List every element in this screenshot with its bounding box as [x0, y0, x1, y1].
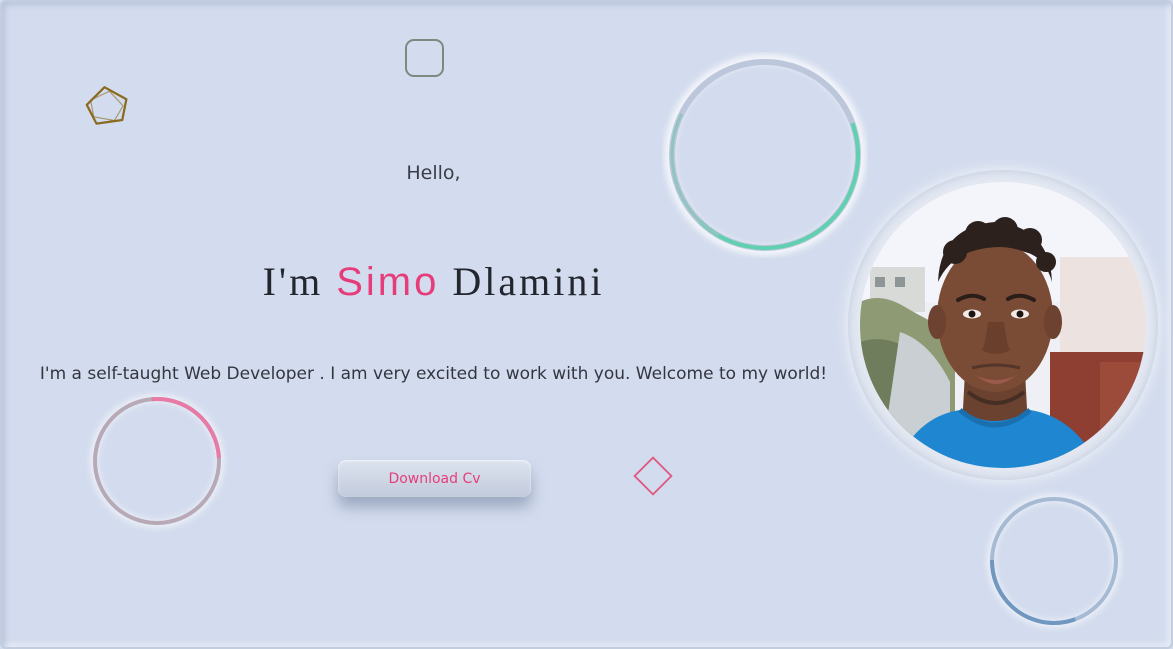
name-last: Dlamini — [439, 259, 605, 304]
hero-name: I'm Simo Dlamini — [0, 258, 867, 305]
pink-ring-decoration — [90, 394, 224, 528]
teal-ring-decoration — [664, 54, 866, 256]
rounded-square-icon — [405, 39, 444, 77]
pentagon-icon — [85, 86, 128, 125]
diamond-icon — [633, 456, 673, 496]
download-cv-button[interactable]: Download Cv — [338, 460, 531, 497]
name-first-highlight: Simo — [336, 260, 440, 304]
hero-tagline: I'm a self-taught Web Developer . I am v… — [39, 364, 828, 384]
profile-photo — [860, 182, 1146, 468]
avatar-illustration — [860, 182, 1146, 468]
blue-ring-decoration — [987, 494, 1121, 628]
profile-photo-frame — [848, 170, 1158, 480]
name-prefix: I'm — [262, 259, 337, 304]
greeting-text: Hello, — [406, 162, 461, 184]
